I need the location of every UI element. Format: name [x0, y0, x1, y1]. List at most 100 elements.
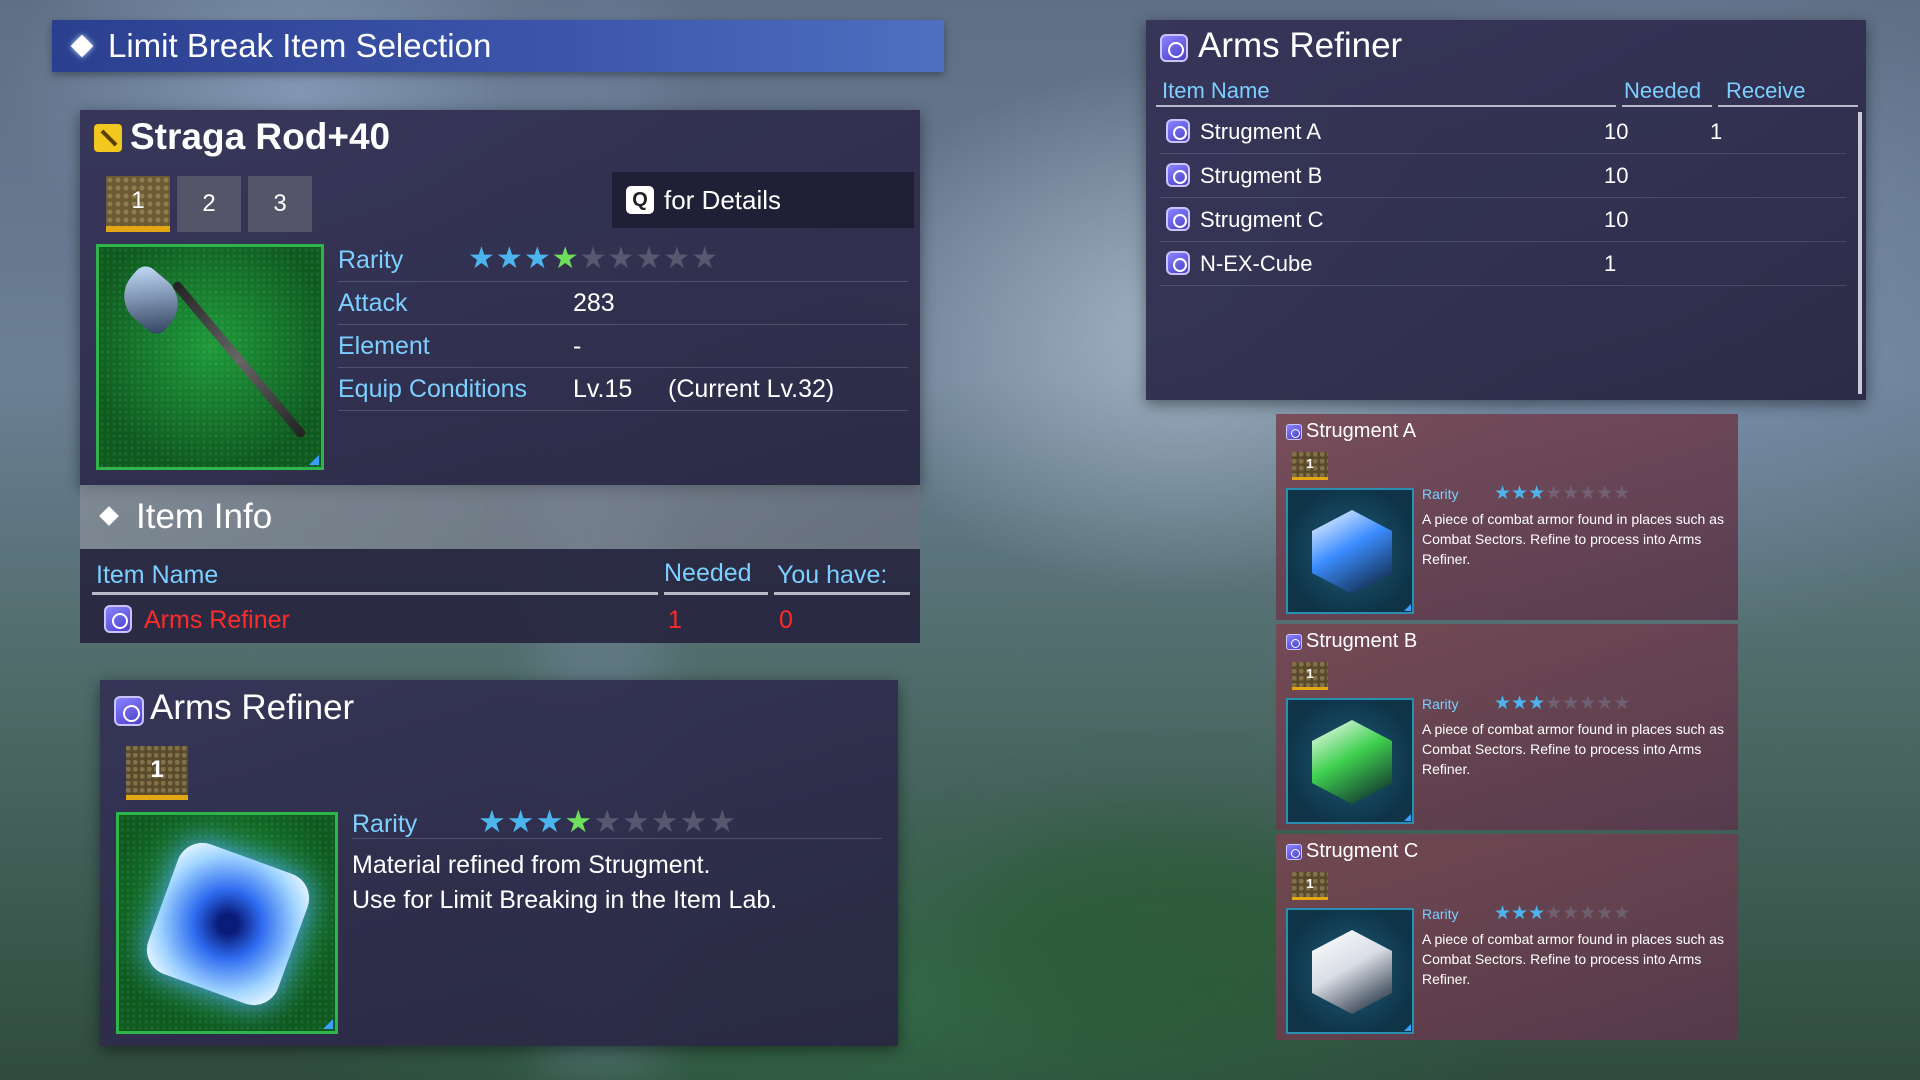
star-filled-icon: ★: [564, 804, 594, 839]
star-filled-icon: ★: [495, 242, 524, 275]
shield-icon: [1166, 251, 1190, 275]
cube-shape: [1312, 930, 1392, 1014]
divider: [664, 592, 768, 595]
rarity-stars: ★★★★★★★★★: [478, 804, 737, 840]
weapon-panel: Straga Rod+40 1 2 3 Q for Details Rarity…: [80, 110, 920, 549]
strugment-card: Strugment C 1 Rarity ★★★★★★★★ A piece of…: [1276, 834, 1738, 1040]
column-item-name: Item Name: [96, 561, 219, 589]
item-description: A piece of combat armor found in places …: [1422, 511, 1724, 567]
star-empty-icon: ★: [607, 242, 636, 275]
required-items-table: Item Name Needed You have: Arms Refiner …: [80, 549, 920, 643]
item-count-badge: 1: [1292, 452, 1328, 480]
table-row[interactable]: Arms Refiner 1 0: [92, 603, 908, 637]
star-empty-icon: ★: [708, 804, 738, 839]
star-empty-icon: ★: [1613, 483, 1631, 504]
screen-title-bar: Limit Break Item Selection: [52, 20, 944, 72]
stat-row-attack: Attack 283: [338, 282, 908, 325]
details-label: for Details: [664, 184, 782, 215]
column-needed: Needed: [1624, 78, 1702, 103]
tab-3[interactable]: 3: [248, 176, 312, 232]
item-name: Arms Refiner: [144, 606, 290, 634]
rarity-label: Rarity: [1422, 486, 1459, 502]
item-name: Arms Refiner: [150, 688, 355, 727]
column-item-name: Item Name: [1162, 78, 1270, 103]
star-filled-icon: ★: [1494, 693, 1512, 714]
star-empty-icon: ★: [1596, 903, 1614, 924]
receive-count: 1: [1710, 119, 1723, 144]
star-empty-icon: ★: [1562, 693, 1580, 714]
stat-value: Lv.15: [573, 375, 633, 403]
details-button[interactable]: Q for Details: [612, 172, 914, 228]
cube-shape: [1312, 720, 1392, 804]
star-empty-icon: ★: [1579, 693, 1597, 714]
shield-icon: [1166, 207, 1190, 231]
item-description: Material refined from Strugment. Use for…: [352, 848, 777, 918]
shield-icon: [1286, 424, 1302, 440]
recipe-row[interactable]: Strugment C 10: [1160, 198, 1846, 242]
divider: [1718, 105, 1858, 107]
star-empty-icon: ★: [650, 804, 680, 839]
screen-title: Limit Break Item Selection: [108, 27, 492, 64]
star-empty-icon: ★: [621, 804, 651, 839]
item-name: Strugment A: [1200, 119, 1322, 144]
item-name: Strugment B: [1200, 163, 1323, 188]
scrollbar[interactable]: [1858, 112, 1862, 394]
item-info-title: Item Info: [136, 497, 273, 536]
star-filled-icon: ★: [1511, 903, 1529, 924]
needed-count: 10: [1604, 119, 1629, 144]
rarity-label: Rarity: [338, 246, 404, 274]
shield-icon: [1166, 163, 1190, 187]
item-name: Strugment C: [1200, 207, 1324, 232]
star-empty-icon: ★: [593, 804, 622, 839]
arms-refiner-recipe-panel: Arms Refiner Item Name Needed Receive St…: [1146, 20, 1866, 400]
strugment-card: Strugment B 1 Rarity ★★★★★★★★ A piece of…: [1276, 624, 1738, 830]
rod-head: [111, 261, 191, 339]
rarity-stars: ★★★★★★★★: [1494, 902, 1630, 925]
recipe-row[interactable]: Strugment A 10 1: [1160, 110, 1846, 154]
star-empty-icon: ★: [691, 242, 720, 275]
column-needed: Needed: [664, 559, 752, 587]
star-empty-icon: ★: [1613, 903, 1631, 924]
star-filled-icon: ★: [1511, 693, 1529, 714]
star-filled-icon: ★: [535, 804, 565, 839]
shield-icon: [1286, 844, 1302, 860]
tab-1[interactable]: 1: [106, 176, 170, 232]
current-level: (Current Lv.32): [668, 375, 835, 403]
divider: [1156, 105, 1616, 107]
star-filled-icon: ★: [1528, 483, 1546, 504]
arms-refiner-detail-panel: Arms Refiner 1 Rarity ★★★★★★★★★ Material…: [100, 680, 898, 1046]
shield-icon: [104, 605, 132, 633]
divider: [352, 838, 882, 839]
stat-row-element: Element -: [338, 325, 908, 368]
card-name: Strugment C: [1306, 840, 1419, 862]
star-filled-icon: ★: [1494, 483, 1512, 504]
strugment-image: [1286, 908, 1414, 1034]
item-name: N-EX-Cube: [1200, 251, 1313, 276]
column-receive: Receive: [1726, 78, 1806, 103]
rarity-label: Rarity: [352, 810, 418, 838]
star-empty-icon: ★: [1545, 483, 1563, 504]
star-empty-icon: ★: [1579, 903, 1597, 924]
star-empty-icon: ★: [679, 804, 709, 839]
item-count-badge: 1: [126, 746, 188, 800]
star-filled-icon: ★: [1528, 903, 1546, 924]
stat-label: Attack: [338, 289, 408, 317]
recipe-row[interactable]: N-EX-Cube 1: [1160, 242, 1846, 286]
item-description: A piece of combat armor found in places …: [1422, 721, 1724, 777]
arms-refiner-image: [116, 812, 338, 1034]
tab-2[interactable]: 2: [177, 176, 241, 232]
divider: [774, 592, 910, 595]
weapon-name: Straga Rod+40: [130, 116, 391, 157]
item-description: A piece of combat armor found in places …: [1422, 931, 1724, 987]
star-filled-icon: ★: [1528, 693, 1546, 714]
stat-value: -: [573, 332, 582, 360]
star-filled-icon: ★: [506, 804, 536, 839]
rod-shaft: [171, 280, 307, 439]
recipe-row[interactable]: Strugment B 10: [1160, 154, 1846, 198]
star-filled-icon: ★: [1511, 483, 1529, 504]
owned-count: 0: [779, 606, 793, 634]
shield-icon: [1160, 34, 1188, 62]
stat-label: Element: [338, 332, 430, 360]
rarity-row: Rarity ★★★★★★★★★: [338, 239, 908, 282]
star-empty-icon: ★: [1613, 693, 1631, 714]
